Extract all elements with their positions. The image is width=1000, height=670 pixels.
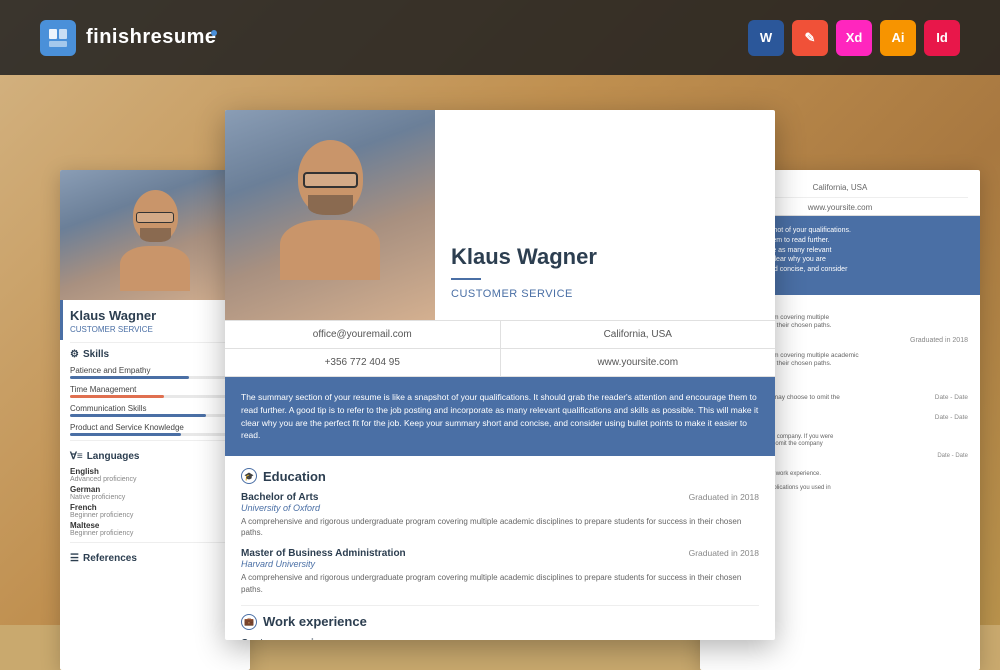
contact-row-1: office@youremail.com California, USA	[225, 321, 775, 349]
work-header-1: Customer service Date - Date Florida, US…	[241, 638, 759, 640]
logo-dot	[211, 30, 217, 36]
mini-resume-left: Klaus Wagner Customer service ⚙ Skills P…	[60, 170, 250, 670]
edu-entry-2: Master of Business Administration Gradua…	[241, 548, 759, 594]
edu-header-2: Master of Business Administration Gradua…	[241, 548, 759, 559]
mini-skills-left: Patience and Empathy Time Management Com…	[60, 364, 250, 436]
resume-main: Klaus Wagner Customer service office@you…	[225, 110, 775, 640]
mini-lang-french-level: Beginner proficiency	[70, 512, 240, 519]
resume-divider	[451, 278, 481, 280]
education-title: 🎓 Education	[241, 468, 759, 484]
resume-title: Customer service	[451, 288, 597, 300]
stripe-accent-left	[60, 300, 63, 340]
edu-year-1: Graduated in 2018	[689, 492, 759, 502]
edu-desc-2: A comprehensive and rigorous undergradua…	[241, 572, 759, 594]
xd-icon[interactable]: Xd	[836, 20, 872, 56]
work-date-1: Date - Date	[711, 638, 759, 640]
contact-location: California, USA	[501, 321, 776, 348]
mini-lang-maltese: Maltese	[70, 521, 240, 530]
mini-person-head-left	[133, 190, 178, 242]
person-glasses	[303, 172, 358, 188]
work-title: 💼 Work experience	[241, 614, 759, 630]
top-icons: W ✎ Xd Ai Id	[748, 20, 960, 56]
edu-school-2: Harvard University	[241, 559, 759, 569]
id-icon[interactable]: Id	[924, 20, 960, 56]
word-icon[interactable]: W	[748, 20, 784, 56]
edu-entry-1: Bachelor of Arts Graduated in 2018 Unive…	[241, 492, 759, 538]
edu-header-1: Bachelor of Arts Graduated in 2018	[241, 492, 759, 503]
mini-languages-left: English Advanced proficiency German Nati…	[60, 466, 250, 538]
mini-lang-german: German	[70, 485, 240, 494]
resume-header: Klaus Wagner Customer service	[225, 110, 775, 320]
mini-lang-english-level: Advanced proficiency	[70, 476, 240, 483]
resumes-area: Klaus Wagner Customer service ⚙ Skills P…	[0, 75, 1000, 625]
mini-references-title-left: ☰ References	[60, 547, 250, 568]
mini-photo-left	[60, 170, 250, 300]
logo: finishresume	[40, 20, 217, 56]
contact-email: office@youremail.com	[225, 321, 501, 348]
logo-text: finishresume	[86, 26, 216, 49]
mini-person-body-left	[120, 246, 190, 291]
mini-title-left: Customer service	[60, 325, 250, 342]
resume-name-section: Klaus Wagner Customer service	[435, 110, 613, 320]
edu-desc-1: A comprehensive and rigorous undergradua…	[241, 516, 759, 538]
contact-website: www.yoursite.com	[501, 349, 776, 376]
resume-photo-img	[225, 110, 435, 320]
contact-phone: +356 772 404 95	[225, 349, 501, 376]
mini-languages-title-left: ∀≡ Languages	[60, 445, 250, 466]
contact-row-2: +356 772 404 95 www.yoursite.com	[225, 349, 775, 376]
section-divider-1	[241, 605, 759, 606]
pages-icon[interactable]: ✎	[792, 20, 828, 56]
summary-box: The summary section of your resume is li…	[225, 377, 775, 456]
mini-lang-german-level: Native proficiency	[70, 494, 240, 501]
work-icon: 💼	[241, 614, 257, 630]
mini-lang-english: English	[70, 467, 240, 476]
work-job-1: Customer service	[241, 638, 325, 640]
logo-icon	[40, 20, 76, 56]
mini-lang-french: French	[70, 503, 240, 512]
work-entry-1: Customer service Date - Date Florida, US…	[241, 638, 759, 640]
mini-skill-1: Patience and Empathy	[60, 364, 250, 376]
mini-skill-2: Time Management	[60, 383, 250, 395]
mini-name-left: Klaus Wagner	[60, 300, 250, 325]
edu-school-1: University of Oxford	[241, 503, 759, 513]
summary-text: The summary section of your resume is li…	[241, 391, 759, 442]
resume-content: 🎓 Education Bachelor of Arts Graduated i…	[225, 456, 775, 640]
mini-skills-title-left: ⚙ Skills	[60, 343, 250, 364]
resume-photo	[225, 110, 435, 320]
mini-lang-maltese-level: Beginner proficiency	[70, 530, 240, 537]
mini-skill-4: Product and Service Knowledge	[60, 421, 250, 433]
person-beard	[308, 195, 353, 215]
ai-icon[interactable]: Ai	[880, 20, 916, 56]
contact-bar: office@youremail.com California, USA +35…	[225, 320, 775, 377]
person-head	[298, 140, 363, 215]
education-icon: 🎓	[241, 468, 257, 484]
edu-year-2: Graduated in 2018	[689, 548, 759, 558]
top-bar: finishresume W ✎ Xd Ai Id	[0, 0, 1000, 75]
person-body	[280, 220, 380, 280]
edu-degree-2: Master of Business Administration	[241, 548, 406, 559]
resume-name: Klaus Wagner	[451, 244, 597, 270]
mini-skill-3: Communication Skills	[60, 402, 250, 414]
edu-degree-1: Bachelor of Arts	[241, 492, 318, 503]
